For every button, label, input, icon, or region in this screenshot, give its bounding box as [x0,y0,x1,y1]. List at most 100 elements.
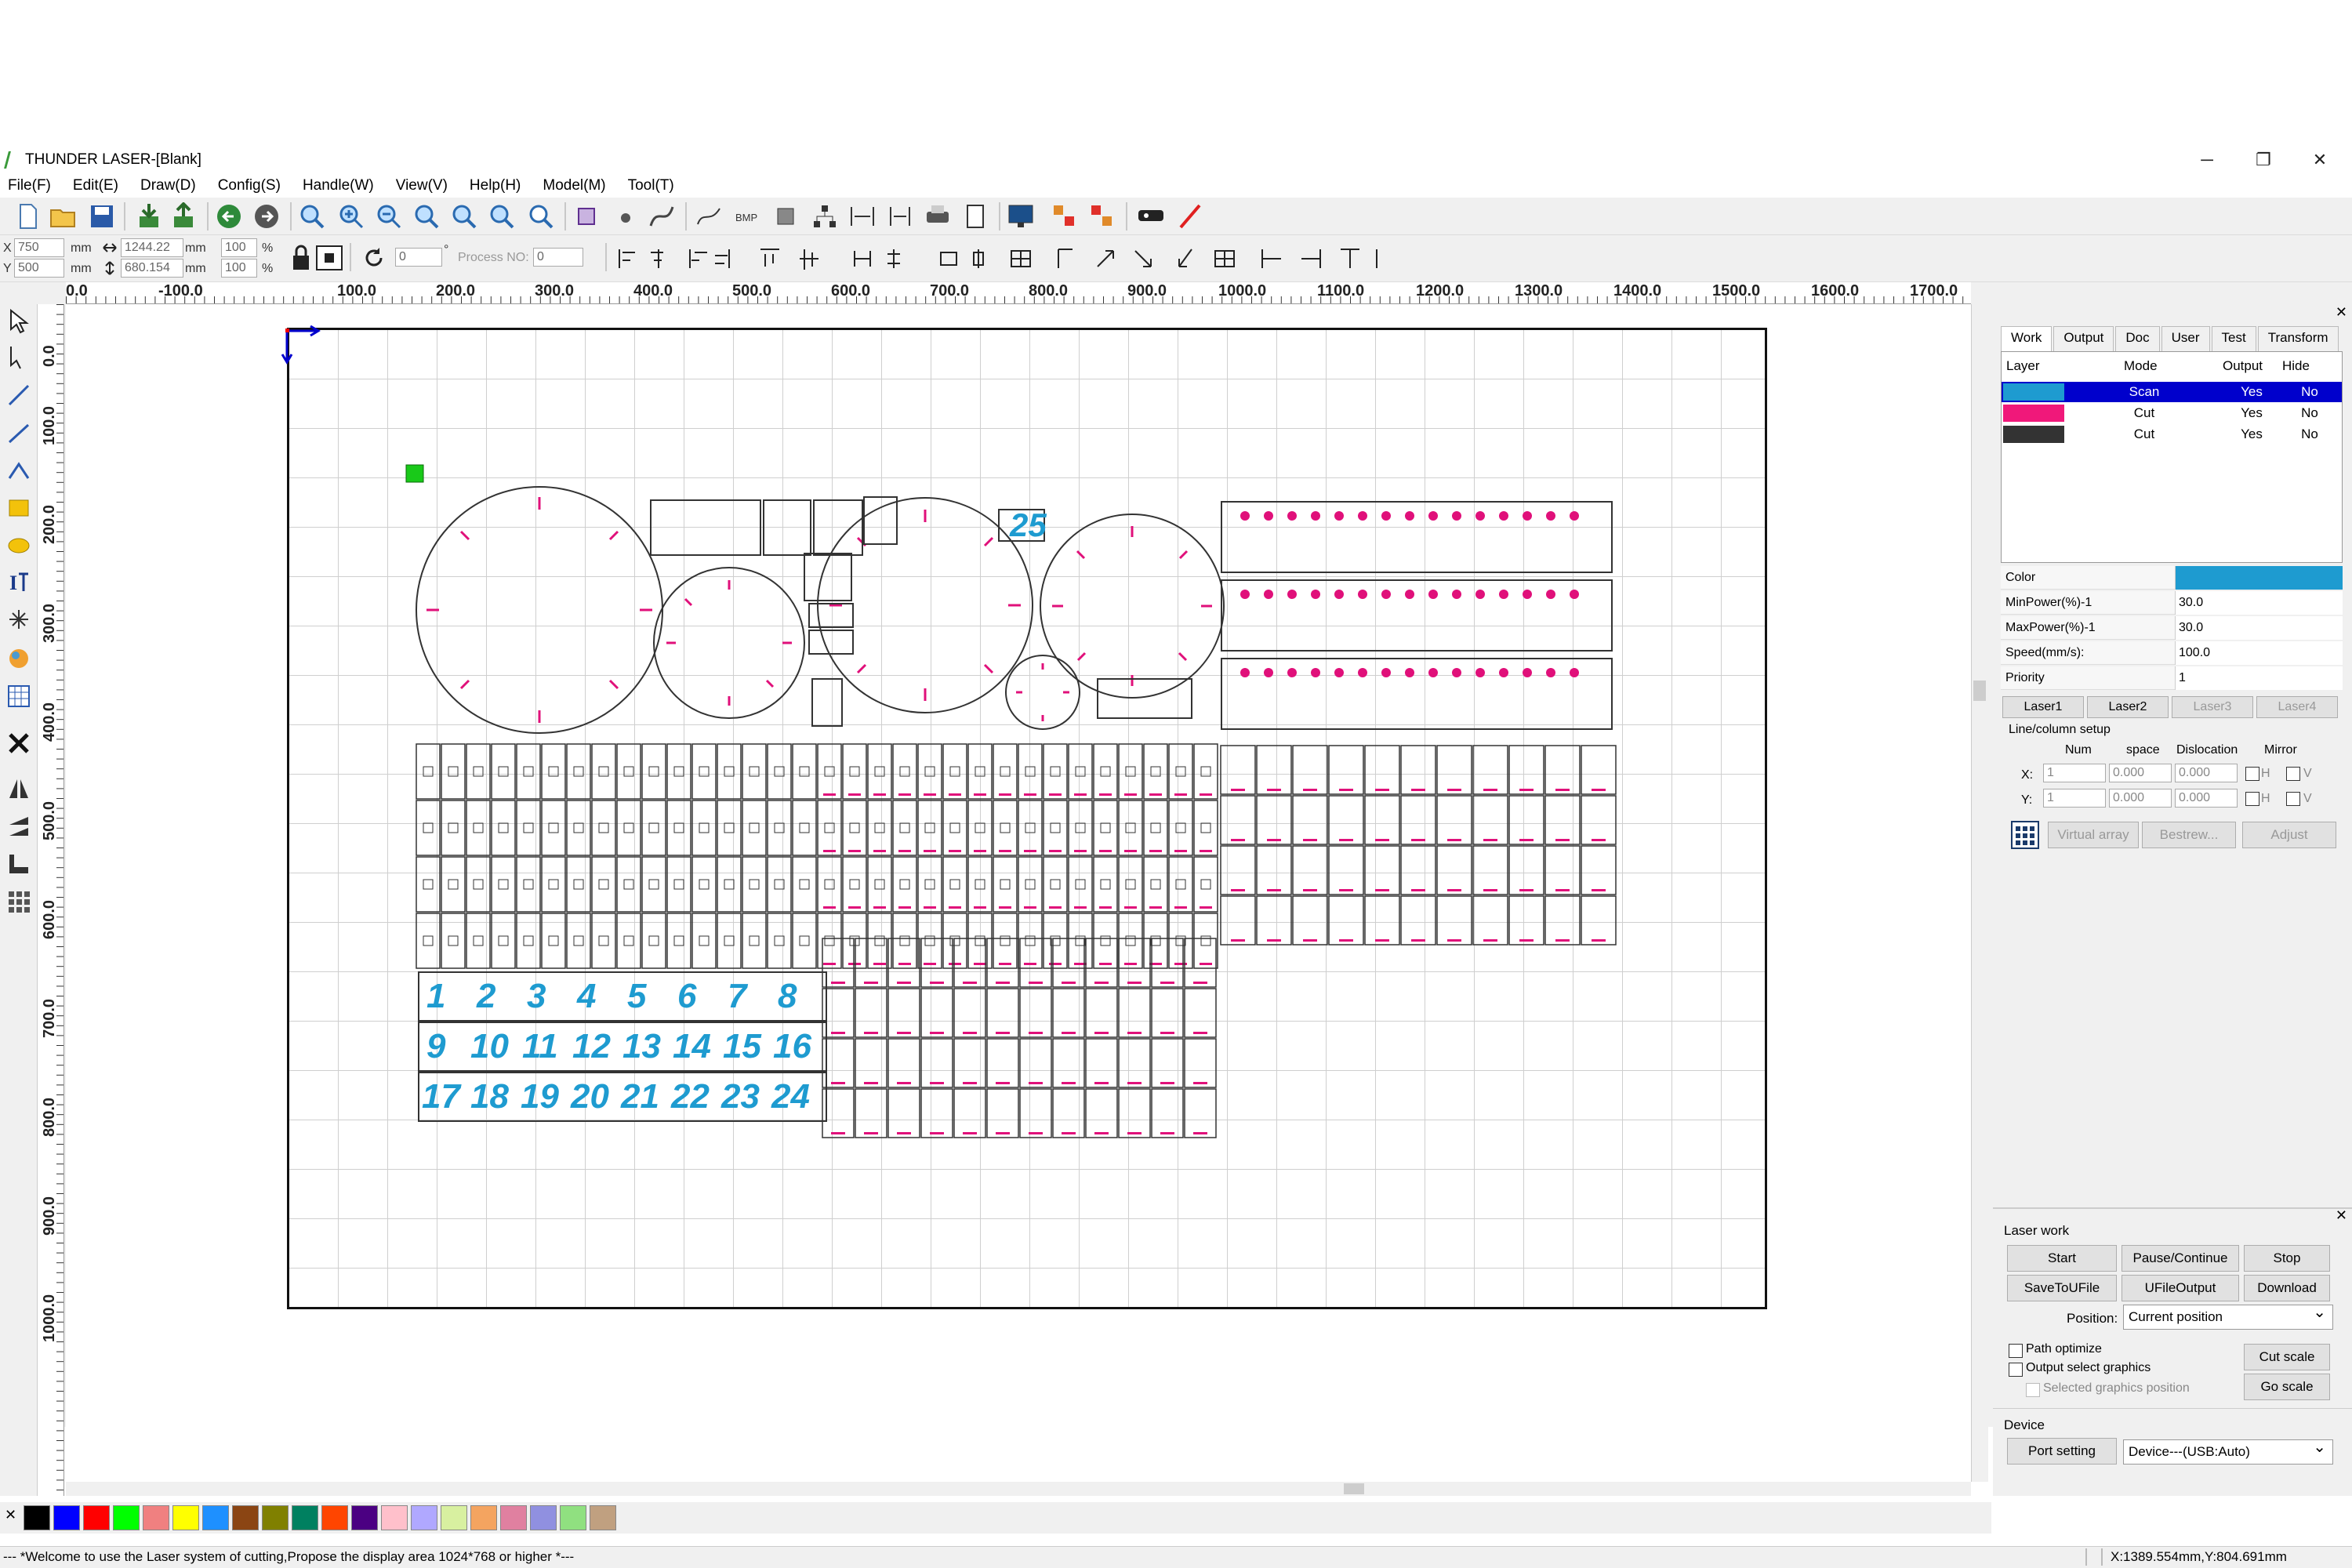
x-position-field[interactable]: 750 [14,238,64,257]
save-to-ufile-button[interactable]: SaveToUFile [2007,1275,2117,1301]
distribute-h-icon[interactable] [848,202,877,230]
prop-min-power[interactable]: MinPower(%)-1 30.0 [2001,591,2343,615]
tab-output[interactable]: Output [2053,326,2114,351]
prop-speed[interactable]: Speed(mm/s): 100.0 [2001,641,2343,665]
palette-swatch[interactable] [83,1505,110,1530]
palette-swatch[interactable] [202,1505,229,1530]
menu-handle[interactable]: Handle(W) [303,177,374,194]
number-tile-25[interactable]: 25 [1010,506,1047,544]
array-calculator-icon[interactable] [2010,820,2040,850]
y-mirror-h-checkbox[interactable] [2245,792,2259,806]
array-copy-icon[interactable] [1051,202,1079,230]
layer-row[interactable]: Cut Yes No [2002,403,2342,423]
number-tile[interactable]: 12 [572,1027,611,1066]
line-tool-icon[interactable] [6,383,31,408]
prop-value[interactable]: 100.0 [2175,641,2343,665]
number-tile[interactable]: 8 [778,977,797,1016]
laser1-tab[interactable]: Laser1 [2002,696,2084,718]
polyline-tool-icon[interactable] [6,420,31,445]
lock-icon[interactable] [290,245,312,271]
palette-swatch[interactable] [321,1505,348,1530]
number-tile[interactable]: 7 [728,977,746,1016]
bitmap-tool-icon[interactable] [6,646,31,671]
minimize-button[interactable]: ─ [2180,146,2234,174]
palette-swatch[interactable] [143,1505,169,1530]
layer-mode[interactable]: Cut [2067,426,2221,442]
palette-swatch[interactable] [24,1505,50,1530]
y-num-field[interactable]: 1 [2043,789,2106,808]
download-button[interactable]: Download [2244,1275,2330,1301]
prop-priority[interactable]: Priority 1 [2001,666,2343,690]
process-no-field[interactable]: 0 [533,248,583,267]
polyline-icon[interactable] [695,202,723,230]
number-tile[interactable]: 17 [422,1077,460,1116]
laser4-tab[interactable]: Laser4 [2256,696,2338,718]
number-tile[interactable]: 18 [470,1077,509,1116]
layer-output[interactable]: Yes [2224,405,2279,421]
tab-test[interactable]: Test [2211,326,2256,351]
number-tile[interactable]: 11 [522,1027,558,1066]
drawing-canvas[interactable]: 1 2 3 4 5 6 7 8 9 10 11 12 13 14 15 16 1… [66,304,1971,1482]
y-space-field[interactable]: 0.000 [2109,789,2172,808]
tree-icon[interactable] [811,202,839,230]
delete-icon[interactable] [6,731,31,756]
menu-config[interactable]: Config(S) [218,177,281,194]
palette-swatch[interactable] [351,1505,378,1530]
palette-swatch[interactable] [53,1505,80,1530]
horizontal-scrollbar[interactable] [66,1482,1971,1496]
distribute-v-icon[interactable] [886,202,914,230]
array-grid-icon[interactable] [6,889,31,914]
number-tile[interactable]: 13 [622,1027,661,1066]
ufile-output-button[interactable]: UFileOutput [2122,1275,2239,1301]
menu-edit[interactable]: Edit(E) [73,177,118,194]
palette-swatch[interactable] [590,1505,616,1530]
menu-view[interactable]: View(V) [396,177,448,194]
number-tile[interactable]: 6 [677,977,696,1016]
start-button[interactable]: Start [2007,1245,2117,1272]
mirror-h-icon[interactable] [6,776,31,801]
import-icon[interactable] [135,202,163,230]
curve-tool-icon[interactable] [648,202,676,230]
virtual-array-button[interactable]: Virtual array [2048,822,2139,848]
rotate-icon[interactable] [362,246,386,270]
number-tile[interactable]: 9 [426,1027,445,1066]
curve-tool-icon[interactable] [6,458,31,483]
angle-field[interactable]: 0 [395,248,442,267]
stop-button[interactable]: Stop [2244,1245,2330,1272]
menu-model[interactable]: Model(M) [543,177,605,194]
drawing-shapes[interactable] [66,304,1971,1482]
device-select[interactable]: Device---(USB:Auto) [2123,1436,2333,1465]
node-edit-icon[interactable] [610,202,638,230]
number-tile[interactable]: 19 [521,1077,559,1116]
align-tools[interactable] [612,243,1380,274]
zoom-all-icon[interactable] [527,202,555,230]
tab-work[interactable]: Work [2001,326,2053,351]
undo-icon[interactable] [215,202,243,230]
layer-row[interactable]: Cut Yes No [2002,424,2342,445]
number-tile[interactable]: 22 [671,1077,710,1116]
prop-color-value[interactable] [2175,566,2343,590]
prop-value[interactable]: 30.0 [2175,616,2343,640]
x-mirror-h-checkbox[interactable] [2245,767,2259,781]
panel-close-icon[interactable]: ✕ [2336,304,2347,321]
menu-help[interactable]: Help(H) [470,177,521,194]
palette-swatch[interactable] [172,1505,199,1530]
scale-y-field[interactable]: 100 [221,259,257,278]
menu-tool[interactable]: Tool(T) [628,177,674,194]
laser3-tab[interactable]: Laser3 [2172,696,2253,718]
layer-output[interactable]: Yes [2224,384,2279,400]
palette-swatch[interactable] [470,1505,497,1530]
number-tile[interactable]: 4 [577,977,596,1016]
align-bottom-icon[interactable] [6,851,31,877]
select-arrow-icon[interactable] [6,309,31,334]
laser-head-icon[interactable] [1137,202,1165,230]
number-tile[interactable]: 20 [571,1077,609,1116]
port-setting-button[interactable]: Port setting [2007,1438,2117,1465]
selected-position-checkbox[interactable] [2026,1383,2040,1397]
number-tile[interactable]: 16 [773,1027,811,1066]
number-tile[interactable]: 10 [470,1027,509,1066]
layer-hide[interactable]: No [2282,426,2337,442]
palette-swatch[interactable] [292,1505,318,1530]
zoom-fit-icon[interactable] [450,202,478,230]
number-tile[interactable]: 21 [621,1077,659,1116]
